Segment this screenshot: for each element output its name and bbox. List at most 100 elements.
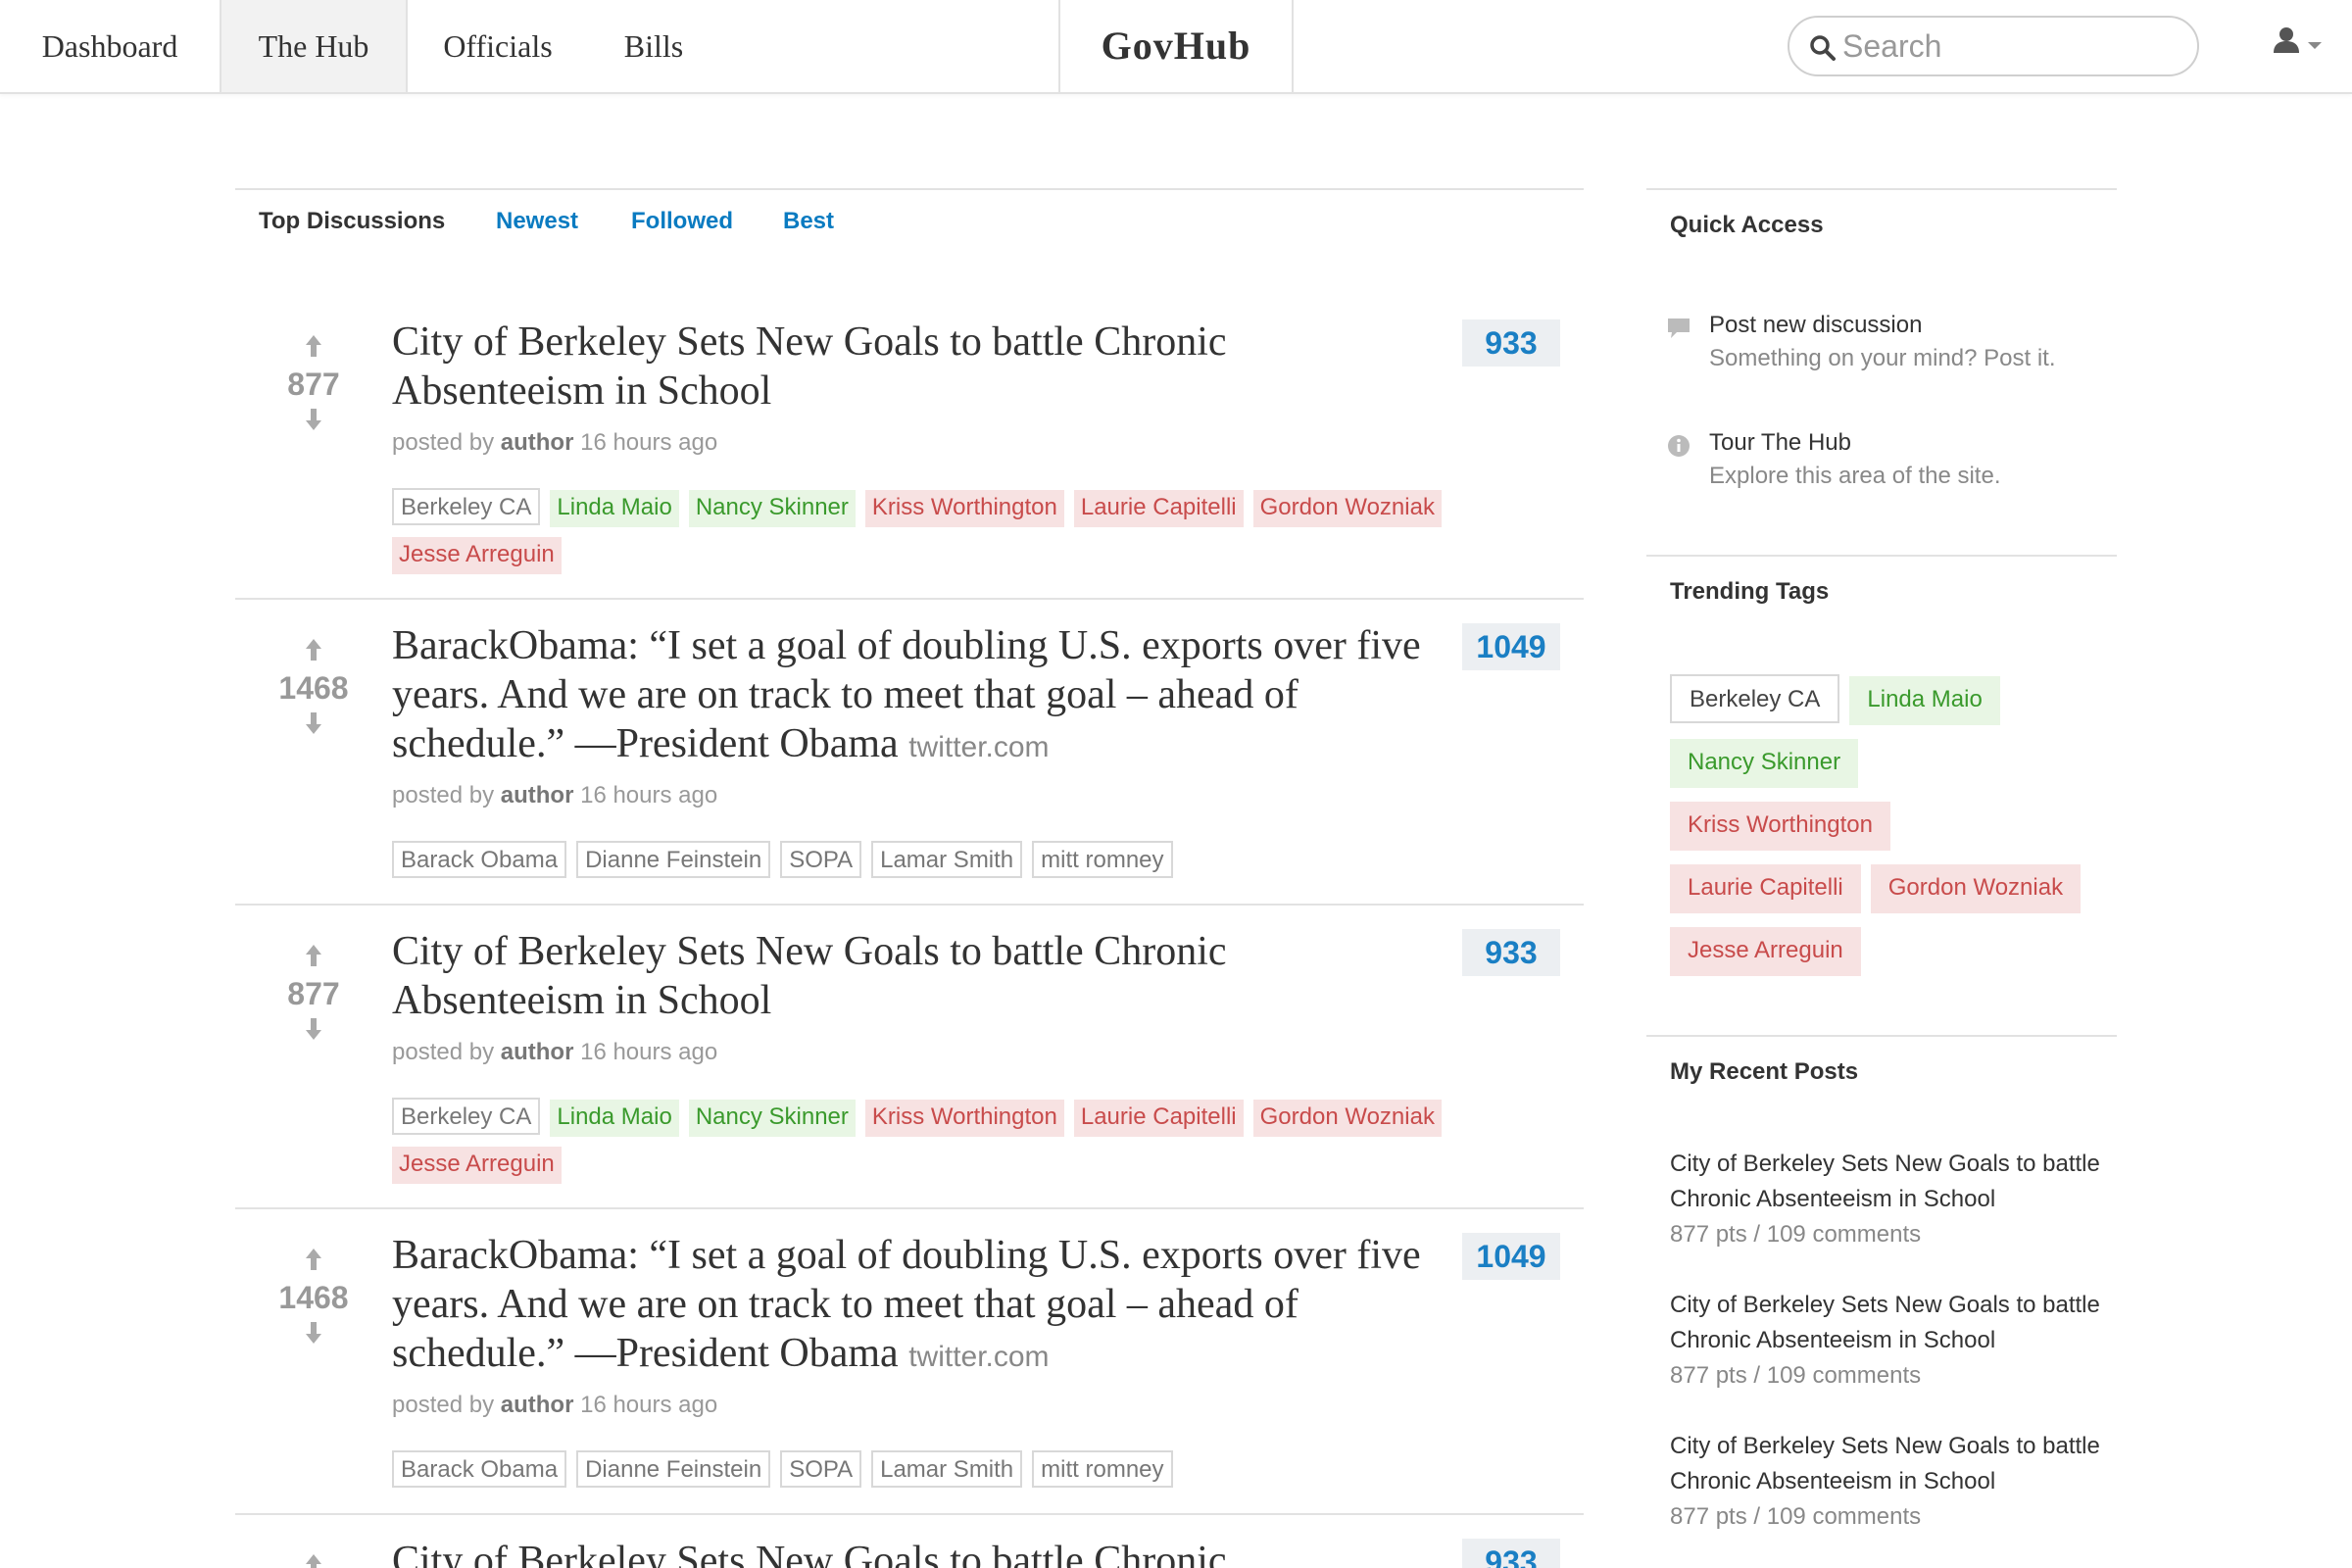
discussion-title[interactable]: BarackObama: “I set a goal of doubling U… bbox=[392, 621, 1431, 772]
tag[interactable]: Dianne Feinstein bbox=[576, 841, 771, 878]
nav-bills[interactable]: Bills bbox=[588, 0, 719, 92]
nav-dashboard[interactable]: Dashboard bbox=[0, 0, 220, 92]
tag[interactable]: Linda Maio bbox=[550, 1100, 679, 1137]
divider bbox=[235, 1513, 1584, 1515]
vote-widget: 1468 bbox=[235, 637, 392, 736]
trending-tag[interactable]: Linda Maio bbox=[1849, 676, 2000, 725]
downvote-arrow-icon[interactable] bbox=[304, 710, 323, 736]
vote-widget: 1468 bbox=[235, 1247, 392, 1346]
tag[interactable]: SOPA bbox=[780, 841, 862, 878]
downvote-arrow-icon[interactable] bbox=[304, 407, 323, 432]
user-menu[interactable] bbox=[2272, 25, 2330, 65]
discussion-title[interactable]: City of Berkeley Sets New Goals to battl… bbox=[392, 318, 1431, 416]
tag-list: Berkeley CA Linda Maio Nancy Skinner Kriss … bbox=[392, 488, 1470, 584]
tag[interactable]: Dianne Feinstein bbox=[576, 1450, 771, 1488]
trending-tag[interactable]: Laurie Capitelli bbox=[1670, 864, 1861, 913]
trending-tag[interactable]: Kriss Worthington bbox=[1670, 802, 1890, 851]
tag[interactable]: Gordon Wozniak bbox=[1252, 490, 1442, 527]
discussion-title-text[interactable]: City of Berkeley Sets New Goals to battl… bbox=[392, 929, 1227, 1023]
tag[interactable]: SOPA bbox=[780, 1450, 862, 1488]
trending-tag[interactable]: Berkeley CA bbox=[1670, 674, 1840, 723]
tag[interactable]: Nancy Skinner bbox=[688, 1100, 856, 1137]
search-box[interactable] bbox=[1788, 16, 2199, 76]
recent-post-item[interactable]: City of Berkeley Sets New Goals to battl… bbox=[1670, 1288, 2101, 1394]
discussion-title-text[interactable]: City of Berkeley Sets New Goals to battl… bbox=[392, 319, 1227, 414]
tag[interactable]: Lamar Smith bbox=[871, 841, 1023, 878]
tag[interactable]: mitt romney bbox=[1032, 1450, 1173, 1488]
discussion-item: City of Berkeley Sets New Goals to battl… bbox=[235, 1537, 1584, 1568]
quick-access-title[interactable]: Tour The Hub bbox=[1709, 429, 1851, 457]
comment-count[interactable]: 933 bbox=[1462, 929, 1560, 976]
upvote-arrow-icon[interactable] bbox=[304, 637, 323, 662]
author-link[interactable]: author bbox=[501, 1392, 574, 1418]
nav-officials[interactable]: Officials bbox=[408, 0, 588, 92]
downvote-arrow-icon[interactable] bbox=[304, 1016, 323, 1042]
tag[interactable]: Gordon Wozniak bbox=[1252, 1100, 1442, 1137]
tab-followed[interactable]: Followed bbox=[631, 208, 733, 235]
source-domain[interactable]: twitter.com bbox=[908, 731, 1049, 763]
posted-by-label: posted by bbox=[392, 1392, 495, 1418]
recent-post-meta: 877 pts / 109 comments bbox=[1670, 1221, 1922, 1248]
comment-count[interactable]: 933 bbox=[1462, 319, 1560, 367]
recent-post-item[interactable]: City of Berkeley Sets New Goals to battl… bbox=[1670, 1429, 2101, 1535]
tag[interactable]: Berkeley CA bbox=[392, 1098, 541, 1135]
tag[interactable]: Jesse Arreguin bbox=[392, 1147, 562, 1184]
discussion-title-text[interactable]: City of Berkeley Sets New Goals to battl… bbox=[392, 1539, 1227, 1568]
tag[interactable]: Kriss Worthington bbox=[864, 490, 1064, 527]
tag[interactable]: mitt romney bbox=[1032, 841, 1173, 878]
discussion-title[interactable]: City of Berkeley Sets New Goals to battl… bbox=[392, 1537, 1431, 1568]
upvote-arrow-icon[interactable] bbox=[304, 1552, 323, 1568]
tab-best[interactable]: Best bbox=[783, 208, 834, 235]
comment-count[interactable]: 1049 bbox=[1462, 623, 1560, 670]
brand-logo[interactable]: GovHub bbox=[1058, 0, 1294, 92]
trending-tag[interactable]: Jesse Arreguin bbox=[1670, 927, 1861, 976]
post-time: 16 hours ago bbox=[580, 429, 718, 456]
source-domain[interactable]: twitter.com bbox=[908, 1341, 1049, 1373]
tag[interactable]: Kriss Worthington bbox=[864, 1100, 1064, 1137]
comment-count[interactable]: 933 bbox=[1462, 1539, 1560, 1568]
downvote-arrow-icon[interactable] bbox=[304, 1320, 323, 1346]
tag[interactable]: Berkeley CA bbox=[392, 488, 541, 525]
recent-post-title[interactable]: City of Berkeley Sets New Goals to battl… bbox=[1670, 1147, 2101, 1217]
author-link[interactable]: author bbox=[501, 1039, 574, 1065]
upvote-arrow-icon[interactable] bbox=[304, 1247, 323, 1272]
upvote-arrow-icon[interactable] bbox=[304, 943, 323, 968]
post-meta: posted by author 16 hours ago bbox=[392, 1392, 717, 1419]
main-top-rule bbox=[235, 188, 1584, 190]
tab-newest[interactable]: Newest bbox=[496, 208, 578, 235]
trending-tag[interactable]: Gordon Wozniak bbox=[1870, 864, 2082, 913]
tag-list: Berkeley CA Linda Maio Nancy Skinner Kriss … bbox=[392, 1098, 1470, 1194]
quick-access-subtitle: Explore this area of the site. bbox=[1709, 463, 2001, 489]
discussion-title-text[interactable]: BarackObama: “I set a goal of doubling U… bbox=[392, 623, 1421, 766]
upvote-arrow-icon[interactable] bbox=[304, 333, 323, 359]
sidebar-rule bbox=[1646, 188, 2117, 190]
author-link[interactable]: author bbox=[501, 429, 574, 456]
tag[interactable]: Barack Obama bbox=[392, 841, 567, 878]
vote-score: 1468 bbox=[278, 670, 349, 706]
discussion-title-text[interactable]: BarackObama: “I set a goal of doubling U… bbox=[392, 1233, 1421, 1376]
comment-icon bbox=[1668, 318, 1690, 338]
tag[interactable]: Laurie Capitelli bbox=[1073, 1100, 1244, 1137]
divider bbox=[235, 598, 1584, 600]
tag[interactable]: Jesse Arreguin bbox=[392, 537, 562, 574]
tag[interactable]: Lamar Smith bbox=[871, 1450, 1023, 1488]
comment-count[interactable]: 1049 bbox=[1462, 1233, 1560, 1280]
tag[interactable]: Laurie Capitelli bbox=[1073, 490, 1244, 527]
trending-tag[interactable]: Nancy Skinner bbox=[1670, 739, 1859, 788]
quick-access-title[interactable]: Post new discussion bbox=[1709, 312, 1922, 339]
author-link[interactable]: author bbox=[501, 782, 574, 808]
tag[interactable]: Barack Obama bbox=[392, 1450, 567, 1488]
discussion-title[interactable]: BarackObama: “I set a goal of doubling U… bbox=[392, 1231, 1431, 1382]
tag[interactable]: Nancy Skinner bbox=[688, 490, 856, 527]
nav-the-hub[interactable]: The Hub bbox=[220, 0, 408, 92]
tab-top-discussions[interactable]: Top Discussions bbox=[259, 208, 445, 235]
trending-tag-list: Berkeley CA Linda Maio Nancy Skinner Kris… bbox=[1670, 674, 2101, 990]
tag[interactable]: Linda Maio bbox=[550, 490, 679, 527]
recent-post-item[interactable]: City of Berkeley Sets New Goals to battl… bbox=[1670, 1147, 2101, 1252]
posted-by-label: posted by bbox=[392, 782, 495, 808]
recent-post-title[interactable]: City of Berkeley Sets New Goals to battl… bbox=[1670, 1429, 2101, 1499]
search-input[interactable] bbox=[1842, 25, 2176, 67]
search-icon bbox=[1810, 35, 1836, 61]
discussion-title[interactable]: City of Berkeley Sets New Goals to battl… bbox=[392, 927, 1431, 1025]
recent-post-title[interactable]: City of Berkeley Sets New Goals to battl… bbox=[1670, 1288, 2101, 1358]
